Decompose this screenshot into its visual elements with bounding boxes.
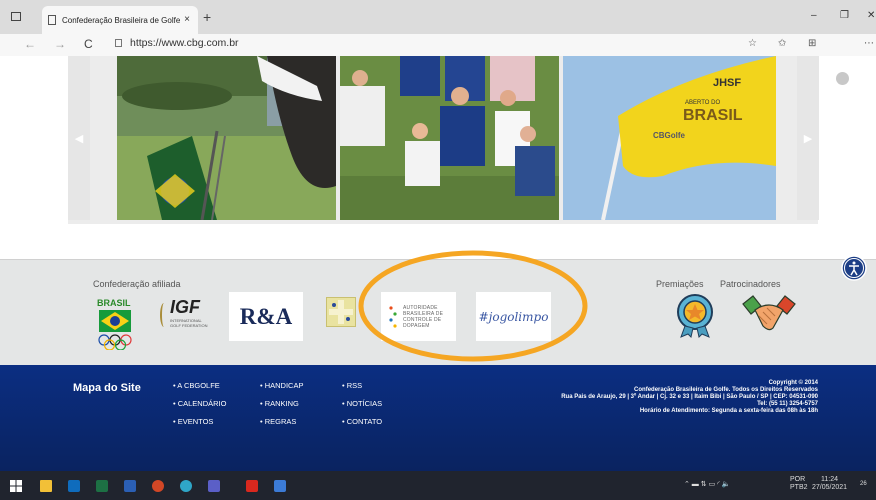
affiliated-label: Confederação afiliada	[93, 279, 181, 289]
lock-icon	[115, 39, 122, 47]
logo-rna[interactable]: R&A	[229, 292, 303, 341]
outlook-icon[interactable]	[68, 480, 80, 492]
laurel-icon	[160, 303, 168, 327]
acrobat-icon[interactable]	[246, 480, 258, 492]
award-medal-icon[interactable]	[675, 290, 715, 338]
copyright-line3: Rua Pais de Araujo, 29 | 3º Andar | Cj. …	[561, 394, 818, 400]
igf-mark: IGF	[170, 297, 200, 317]
accessibility-icon[interactable]	[841, 255, 867, 281]
clock-date: 27/05/2021	[812, 484, 848, 491]
page-icon	[48, 15, 56, 25]
forward-icon[interactable]: →	[54, 37, 66, 51]
flag-text-cbgolfe: CBGolfe	[653, 131, 686, 140]
new-tab-button[interactable]: +	[203, 9, 211, 25]
close-window-button[interactable]: ✕	[867, 10, 875, 21]
clock[interactable]: 11:24 27/05/2021	[812, 476, 847, 492]
tab-close-icon[interactable]: ×	[184, 14, 190, 25]
logo-igf[interactable]: IGF INTERNATIONAL GOLF FEDERATION	[160, 297, 220, 337]
sponsors-label: Patrocinadores	[720, 279, 781, 289]
carousel-next-button[interactable]: ▶	[797, 56, 819, 220]
word-icon[interactable]	[124, 480, 136, 492]
carousel-prev-button[interactable]: ◀	[68, 56, 90, 220]
address-bar-row: ← → C https://www.cbg.com.br ☆ ✩ ⊞ ⋯	[0, 34, 876, 85]
logo-cross[interactable]	[326, 297, 356, 327]
file-explorer-icon[interactable]	[40, 480, 52, 492]
browser-tab-bar: Confederação Brasileira de Golfe × + – ❐…	[0, 0, 876, 34]
copyright-line1: Copyright © 2014	[768, 380, 818, 386]
url-field[interactable]: https://www.cbg.com.br	[115, 37, 239, 49]
igf-sub2: GOLF FEDERATION	[170, 323, 208, 328]
lang-secondary: PTB2	[790, 484, 808, 491]
windows-start-icon[interactable]	[10, 480, 22, 492]
project-icon[interactable]	[274, 480, 286, 492]
link-regras[interactable]: • REGRAS	[260, 417, 296, 426]
logo-cob[interactable]: BRASIL	[93, 298, 139, 354]
link-eventos[interactable]: • EVENTOS	[173, 417, 213, 426]
logo-brasil-text: BRASIL	[97, 298, 131, 308]
powerpoint-icon[interactable]	[152, 480, 164, 492]
tab-actions-icon[interactable]	[11, 12, 21, 21]
footer-sitemap: Mapa do Site • A CBGOLFE • CALENDÁRIO • …	[0, 365, 876, 471]
clock-time: 11:24	[821, 476, 839, 483]
more-icon[interactable]: ⋯	[864, 38, 874, 49]
link-contato[interactable]: • CONTATO	[342, 417, 382, 426]
tab-title: Confederação Brasileira de Golfe	[62, 15, 181, 25]
photo-open-flag: JHSF ABERTO DO BRASIL CBGolfe	[563, 56, 776, 220]
handshake-icon[interactable]	[741, 294, 797, 334]
flag-text-aberto: ABERTO DO	[685, 100, 720, 106]
rna-text: R&A	[239, 303, 293, 329]
restore-button[interactable]: ❐	[840, 10, 849, 21]
link-noticias[interactable]: • NOTÍCIAS	[342, 399, 382, 408]
photo-golfer-bag	[117, 56, 336, 220]
tray-icons[interactable]: ⌃ ▬ ⇅ ▭ ◜ 🔈	[684, 480, 731, 488]
photo-team	[340, 56, 559, 220]
favorite-icon[interactable]: ☆	[748, 38, 757, 49]
minimize-button[interactable]: –	[811, 10, 817, 21]
awards-label: Premiações	[656, 279, 704, 289]
copyright-line2: Confederação Brasileira de Golfe. Todos …	[634, 387, 818, 393]
link-rss[interactable]: • RSS	[342, 381, 362, 390]
windows-taskbar: ⌃ ▬ ⇅ ▭ ◜ 🔈 POR PTB2 11:24 27/05/2021 26	[0, 471, 876, 500]
profile-avatar[interactable]	[836, 72, 849, 85]
flag-text-jhsf: JHSF	[713, 77, 741, 89]
excel-icon[interactable]	[96, 480, 108, 492]
back-icon[interactable]: ←	[24, 37, 36, 51]
flag-text-brasil: BRASIL	[683, 107, 743, 124]
link-calendario[interactable]: • CALENDÁRIO	[173, 399, 226, 408]
link-a-cbgolfe[interactable]: • A CBGOLFE	[173, 381, 220, 390]
notifications-badge[interactable]: 26	[860, 481, 867, 487]
collections-icon[interactable]: ⊞	[808, 38, 816, 49]
favorites-list-icon[interactable]: ✩	[778, 38, 786, 49]
input-language[interactable]: POR PTB2	[790, 476, 808, 492]
edge-icon[interactable]	[180, 480, 192, 492]
link-ranking[interactable]: • RANKING	[260, 399, 299, 408]
teams-icon[interactable]	[208, 480, 220, 492]
browser-tab[interactable]: Confederação Brasileira de Golfe ×	[42, 6, 198, 34]
reload-icon[interactable]: C	[84, 37, 93, 51]
lang-primary: POR	[790, 476, 806, 483]
link-handicap[interactable]: • HANDICAP	[260, 381, 303, 390]
copyright-block: Copyright © 2014 Confederação Brasileira…	[458, 380, 818, 415]
copyright-line4: Tel: (55 11) 3254-5757	[757, 401, 818, 407]
highlight-ellipse	[358, 250, 588, 362]
url-text: https://www.cbg.com.br	[130, 37, 239, 49]
sitemap-title: Mapa do Site	[73, 382, 141, 394]
copyright-line5: Horário de Atendimento: Segunda a sexta-…	[639, 408, 818, 414]
